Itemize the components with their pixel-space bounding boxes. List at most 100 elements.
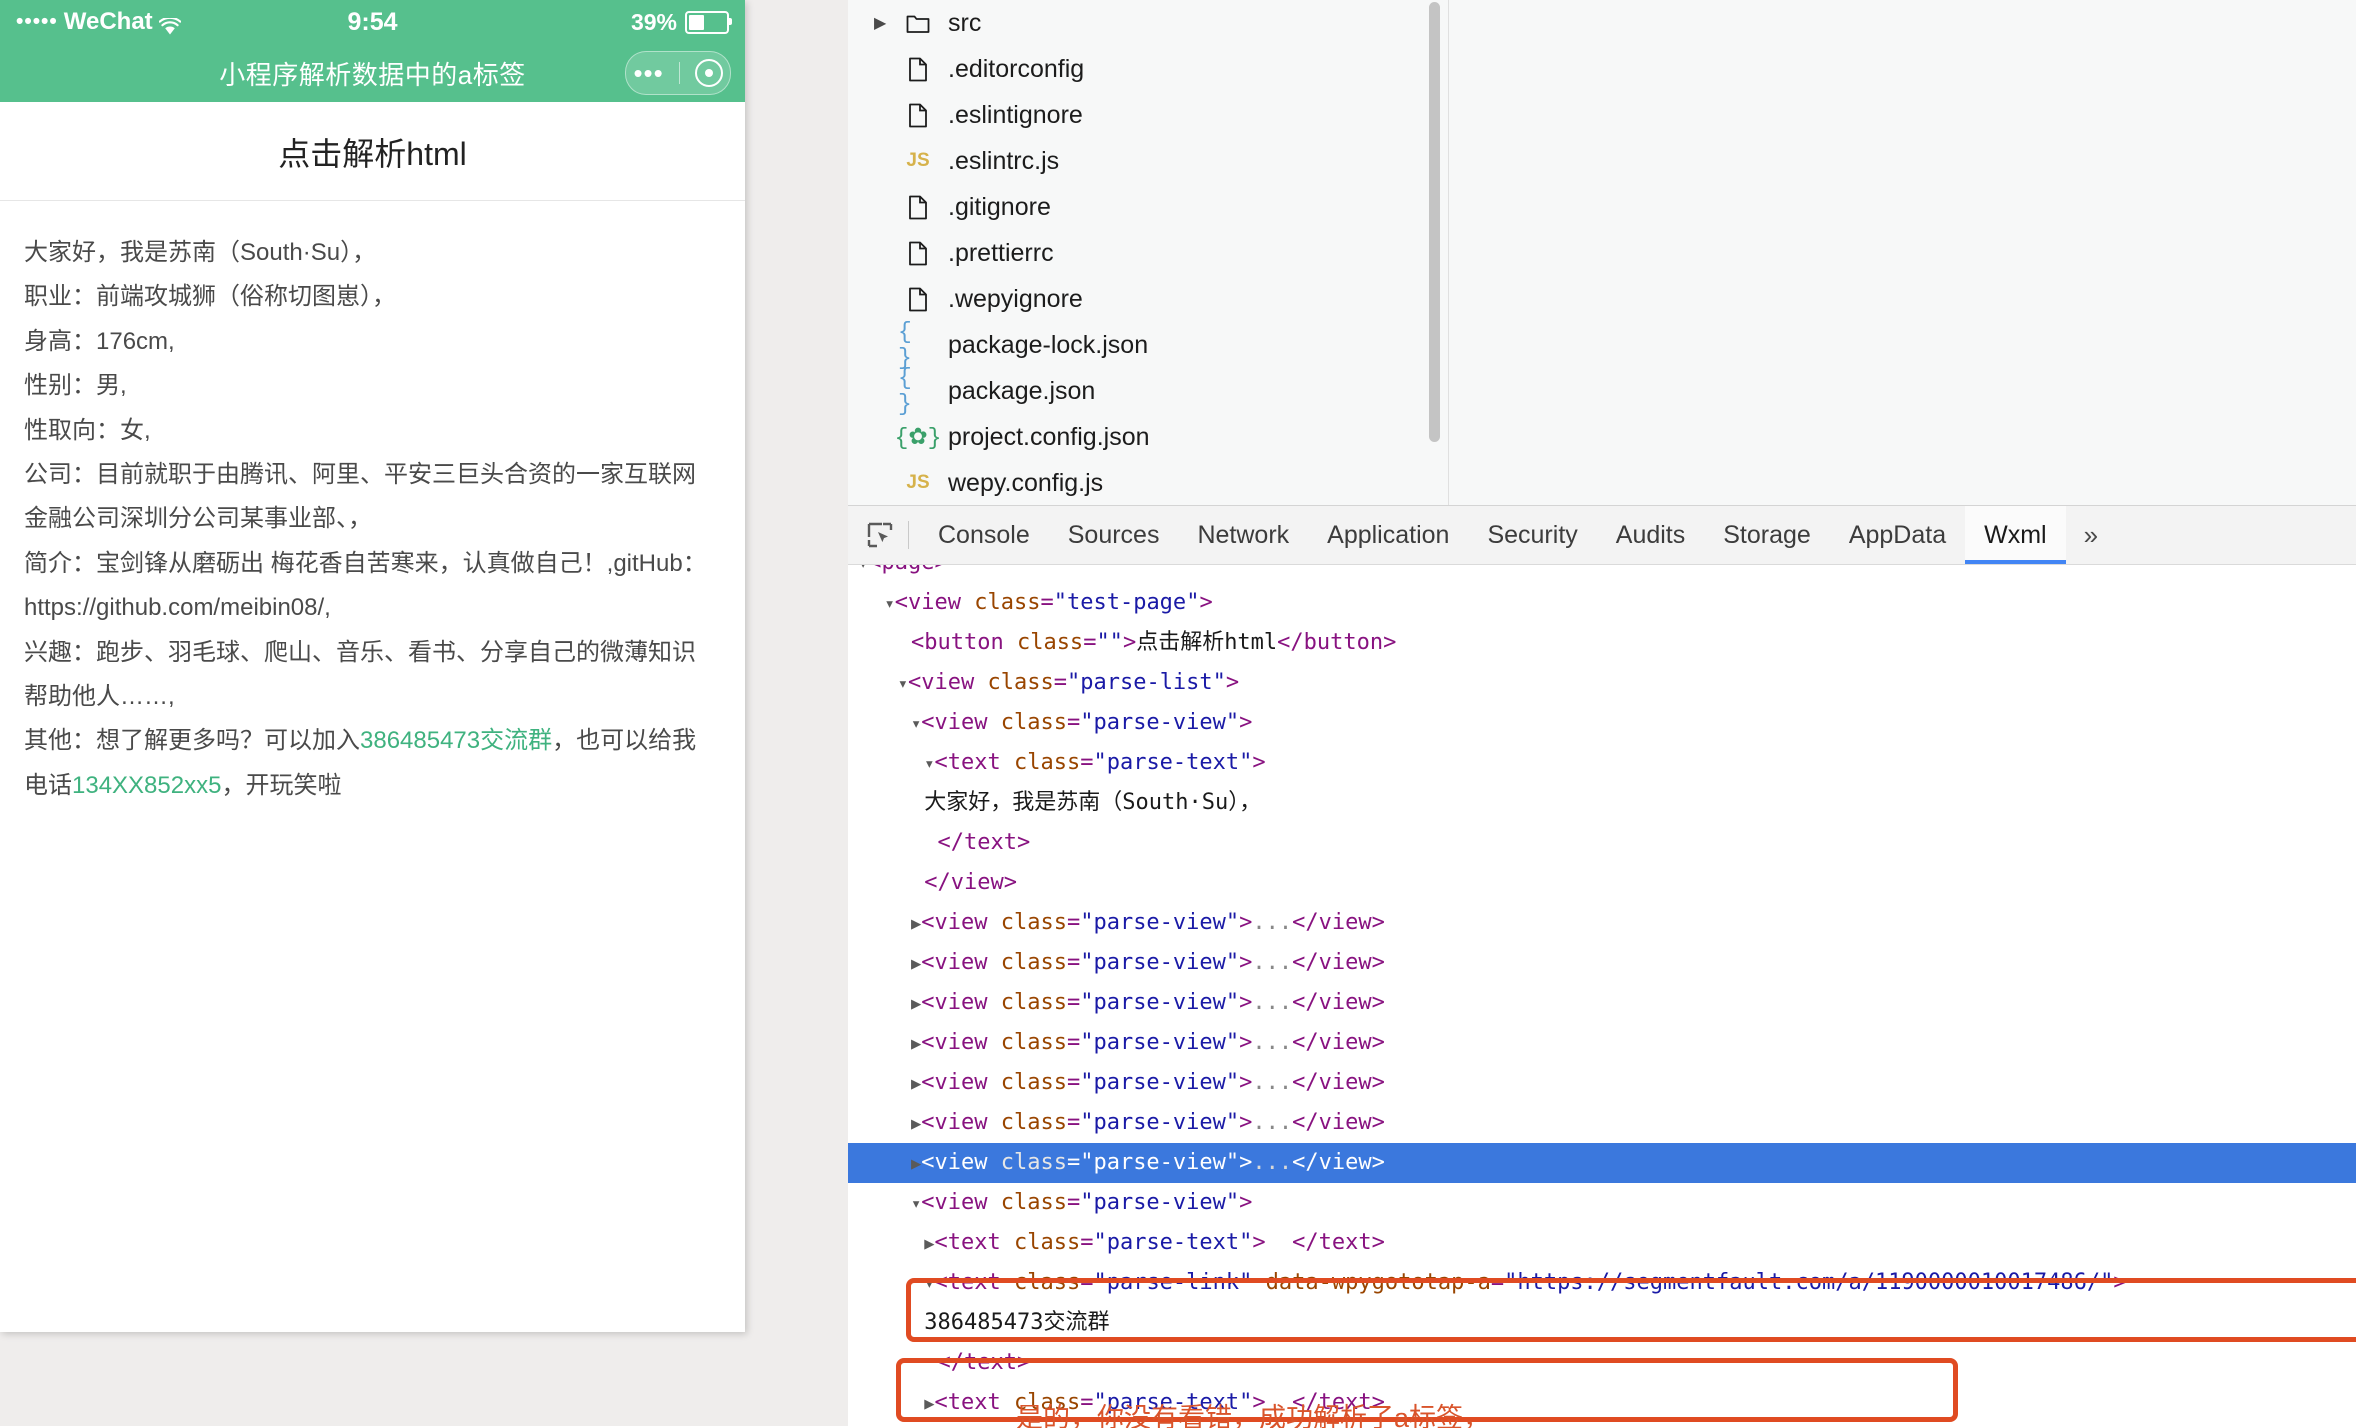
dom-row[interactable]: </view>	[848, 863, 2356, 903]
js-icon: JS	[906, 150, 930, 171]
dom-attr-value: parse-view	[1093, 710, 1226, 735]
tab-application[interactable]: Application	[1308, 506, 1468, 564]
dom-row[interactable]: ▾<view class="parse-view">	[848, 1183, 2356, 1223]
inspect-element-icon[interactable]	[858, 513, 902, 557]
dom-attr-value: parse-view	[1093, 1030, 1226, 1055]
dom-attr-value: parse-list	[1080, 670, 1213, 695]
simulator-nav-bar: 小程序解析数据中的a标签 •••	[0, 44, 745, 102]
file-tree-item-eslintrc[interactable]: JS .eslintrc.js	[848, 138, 1448, 184]
phone-prefix: 电话	[24, 771, 72, 799]
other-middle: ，也可以给我	[552, 727, 697, 755]
dom-row[interactable]: </text>	[848, 1343, 2356, 1383]
phone-link[interactable]: 134XX852xx5	[72, 772, 221, 799]
dom-row[interactable]: ▶<view class="parse-view">...</view>	[848, 1023, 2356, 1063]
dom-row[interactable]: ▶<view class="parse-view">...</view>	[848, 1063, 2356, 1103]
status-bar-clock: 9:54	[347, 7, 398, 36]
file-tree-item-package-lock-json[interactable]: { } package-lock.json	[848, 319, 1448, 371]
phone-suffix: ，开玩笑啦	[221, 771, 342, 799]
dom-row[interactable]: ▶<view class="parse-view">...</view>	[848, 943, 2356, 983]
page-title: 小程序解析数据中的a标签	[219, 59, 526, 90]
dom-row[interactable]: ▾<view class="parse-list">	[848, 663, 2356, 703]
tab-wxml[interactable]: Wxml	[1965, 506, 2067, 564]
dom-attr-value: parse-view	[1093, 990, 1226, 1015]
dom-row[interactable]: ▶<view class="parse-view">...</view>	[848, 983, 2356, 1023]
dom-row[interactable]: 386485473交流群	[848, 1303, 2356, 1343]
file-tree-item-prettierrc[interactable]: .prettierrc	[848, 230, 1448, 276]
dom-row-selected[interactable]: ▶<view class="parse-view">...</view>	[848, 1143, 2356, 1183]
file-tree-item-gitignore[interactable]: .gitignore	[848, 184, 1448, 230]
wechat-capsule-button[interactable]: •••	[625, 51, 731, 95]
file-icon	[898, 287, 938, 312]
file-tree-item-src[interactable]: ▶ src	[848, 0, 1448, 46]
capsule-divider	[678, 62, 680, 84]
dom-attr-value: parse-view	[1093, 1150, 1226, 1175]
dom-row[interactable]: ▾<text class="parse-text">	[848, 743, 2356, 783]
list-item: 金融公司深圳分公司某事业部、，	[24, 505, 372, 533]
list-item: 兴趣：跑步、羽毛球、爬山、音乐、看书、分享自己的微薄知识	[24, 638, 696, 666]
list-item-phone: 电话134XX852xx5，开玩笑啦	[24, 764, 721, 808]
qq-group-link[interactable]: 386485473交流群	[360, 727, 552, 754]
tab-security[interactable]: Security	[1468, 506, 1596, 564]
dom-row[interactable]: ▾<page>	[848, 565, 2356, 583]
file-tree-item-label: package.json	[948, 376, 1096, 405]
tab-appdata[interactable]: AppData	[1830, 506, 1965, 564]
dom-attr-value: parse-text	[1106, 1230, 1240, 1255]
dom-tag: page	[882, 565, 935, 575]
file-tree-scrollbar[interactable]	[1429, 2, 1440, 442]
dom-row[interactable]: </text>	[848, 823, 2356, 863]
dom-attr-value: parse-view	[1093, 950, 1226, 975]
json-icon: { }	[898, 319, 912, 371]
chevron-right-icon[interactable]: ▶	[874, 13, 894, 33]
dom-row[interactable]: 大家好，我是苏南（South·Su），	[848, 783, 2356, 823]
file-tree-item-label: .eslintrc.js	[948, 146, 1060, 175]
dom-row[interactable]: <button class="">点击解析html</button>	[848, 623, 2356, 663]
dom-row[interactable]: ▶<view class="parse-view">...</view>	[848, 903, 2356, 943]
ellipsis-icon[interactable]: •••	[633, 59, 663, 86]
status-bar-right: 39%	[630, 8, 732, 36]
file-tree-item-wepyignore[interactable]: .wepyignore	[848, 276, 1448, 322]
dom-row[interactable]: ▾<view class="parse-view">	[848, 703, 2356, 743]
parse-html-button[interactable]: 点击解析html	[272, 128, 472, 176]
tab-network[interactable]: Network	[1178, 506, 1308, 564]
filetree-right-filler	[1449, 0, 2356, 505]
dom-attr-value: parse-view	[1093, 1110, 1226, 1135]
simulator-status-bar: ••••• WeChat 9:54 39%	[0, 0, 745, 44]
file-tree-item-eslintignore[interactable]: .eslintignore	[848, 92, 1448, 138]
file-tree-item-package-json[interactable]: { } package.json	[848, 365, 1448, 417]
chevron-double-right-icon[interactable]: »	[2066, 520, 2116, 551]
target-circle-icon[interactable]	[694, 59, 723, 87]
file-tree-item-editorconfig[interactable]: .editorconfig	[848, 46, 1448, 92]
list-item: 大家好，我是苏南（South·Su），	[24, 239, 377, 266]
tab-sources[interactable]: Sources	[1049, 506, 1179, 564]
dom-attr-value: parse-view	[1093, 1190, 1226, 1215]
dom-attr-value-url: https://segmentfault.com/a/1190000010017…	[1517, 1270, 2101, 1295]
dom-attr-value: parse-text	[1106, 750, 1240, 775]
app-root: ••••• WeChat 9:54 39% 小程序解析数据中的a标签 ••• 点…	[0, 0, 2356, 1428]
file-icon	[898, 195, 938, 220]
wxml-dom-tree[interactable]: ▾<page> ▾<view class="test-page"> <butto…	[848, 565, 2356, 1428]
dom-text: 大家好，我是苏南（South·Su），	[924, 790, 1262, 815]
file-tree-item-project-config-json[interactable]: {✿} project.config.json	[848, 414, 1448, 460]
devtools-panel: Console Sources Network Application Secu…	[848, 505, 2356, 1428]
dom-row[interactable]: ▶<view class="parse-view">...</view>	[848, 1103, 2356, 1143]
tab-storage[interactable]: Storage	[1704, 506, 1830, 564]
devtools-tabbar: Console Sources Network Application Secu…	[848, 506, 2356, 565]
battery-percent-label: 39%	[630, 8, 677, 35]
list-item: https://github.com/meibin08/,	[24, 594, 331, 622]
file-tree-item-label: wepy.config.js	[948, 468, 1104, 497]
parse-button-row: 点击解析html	[0, 102, 745, 201]
dom-row[interactable]: ▾<view class="test-page">	[848, 583, 2356, 623]
dom-row[interactable]: ▾<text class="parse-link" data-wpygotota…	[848, 1263, 2356, 1303]
file-tree-item-label: package-lock.json	[948, 330, 1149, 359]
list-item: 身高：176cm,	[24, 327, 175, 355]
list-item: 性取向：女,	[24, 416, 151, 444]
dom-row[interactable]: ▶<text class="parse-text"> </text>	[848, 1223, 2356, 1263]
file-tree-item-wepy-config-js[interactable]: JS wepy.config.js	[848, 460, 1448, 505]
parse-list: 大家好，我是苏南（South·Su）， 职业：前端攻城狮（俗称切图崽）， 身高：…	[0, 201, 745, 808]
file-tree-panel[interactable]: ▶ src .editorconfig .eslintignore JS .es…	[848, 0, 1449, 505]
dom-attr-value: parse-view	[1093, 1070, 1226, 1095]
file-icon	[898, 57, 938, 82]
tab-console[interactable]: Console	[919, 506, 1049, 564]
tab-audits[interactable]: Audits	[1597, 506, 1704, 564]
list-item: 简介：宝剑锋从磨砺出 梅花香自苦寒来，认真做自己！,gitHub：	[24, 549, 707, 577]
